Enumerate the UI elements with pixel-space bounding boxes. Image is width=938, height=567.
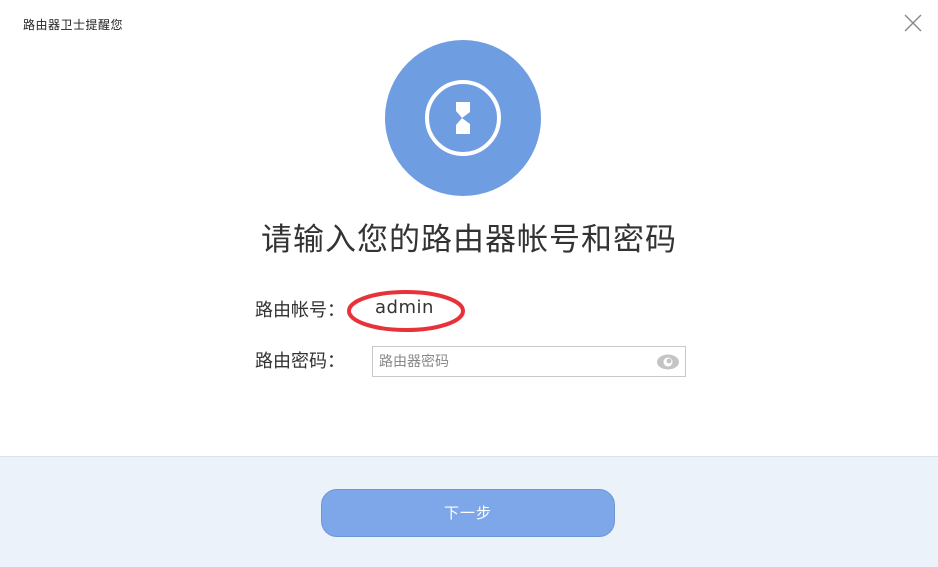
password-field[interactable] (372, 346, 686, 377)
password-label: 路由密码： (255, 351, 345, 372)
page-headline: 请输入您的路由器帐号和密码 (261, 222, 677, 258)
router-key-icon (425, 80, 501, 156)
close-icon (904, 14, 922, 32)
account-label: 路由帐号： (255, 300, 345, 321)
show-password-eye-icon[interactable] (656, 353, 680, 371)
router-logo (385, 40, 541, 196)
close-button[interactable] (902, 12, 924, 34)
next-step-button[interactable]: 下一步 (321, 489, 615, 537)
password-input[interactable] (379, 351, 649, 372)
window-title: 路由器卫士提醒您 (23, 18, 124, 32)
account-value: admin (375, 297, 434, 318)
footer-bar: 下一步 (0, 456, 938, 567)
